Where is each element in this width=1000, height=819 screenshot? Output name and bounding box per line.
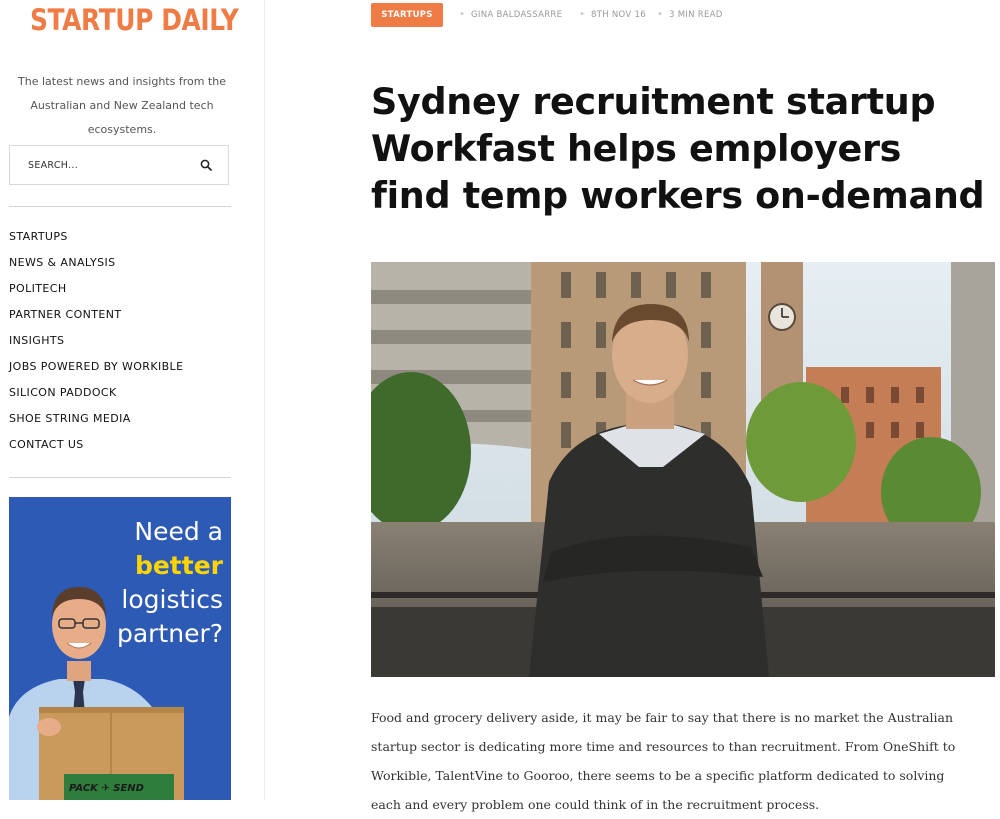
article-hero-image [371,262,995,677]
article-title: Sydney recruitment startup Workfast help… [371,80,985,217]
ad-brand-label: PACK ✈ SEND [69,783,144,794]
meta-separator: • [579,9,585,20]
nav-item-politech[interactable]: POLITECH [9,278,183,304]
search-icon[interactable] [200,159,212,171]
ad-person-illustration [9,587,184,800]
site-tagline: The latest news and insights from the Au… [18,75,226,136]
article-body-paragraph: Food and grocery delivery aside, it may … [371,710,956,812]
nav-item-jobs[interactable]: JOBS POWERED BY WORKIBLE [9,356,183,382]
nav-item-partner-content[interactable]: PARTNER CONTENT [9,304,183,330]
nav-item-silicon-paddock[interactable]: SILICON PADDOCK [9,382,183,408]
nav-item-insights[interactable]: INSIGHTS [9,330,183,356]
nav-item-news-analysis[interactable]: NEWS & ANALYSIS [9,252,183,278]
article-author[interactable]: GINA BALDASSARRE [471,3,562,27]
nav-item-shoe-string-media[interactable]: SHOE STRING MEDIA [9,408,183,434]
meta-separator: • [459,9,465,20]
category-badge[interactable]: STARTUPS [371,3,443,27]
nav-item-contact-us[interactable]: CONTACT US [9,434,183,460]
sidebar-nav: STARTUPS NEWS & ANALYSIS POLITECH PARTNE… [9,226,183,460]
sidebar-divider [9,477,231,478]
search-box[interactable] [9,145,229,185]
sidebar-divider [9,206,231,207]
search-input[interactable] [28,146,188,184]
meta-separator: • [657,9,663,20]
nav-item-startups[interactable]: STARTUPS [9,226,183,252]
sidebar: STARTUP DAILY The latest news and insigh… [0,0,265,800]
site-logo[interactable]: STARTUP DAILY [30,3,239,37]
sidebar-ad-banner[interactable]: Need a better logistics partner? PACK ✈ … [9,497,231,800]
article-date: 8TH NOV 16 [591,10,646,20]
article-read-time: 3 MIN READ [669,10,723,20]
